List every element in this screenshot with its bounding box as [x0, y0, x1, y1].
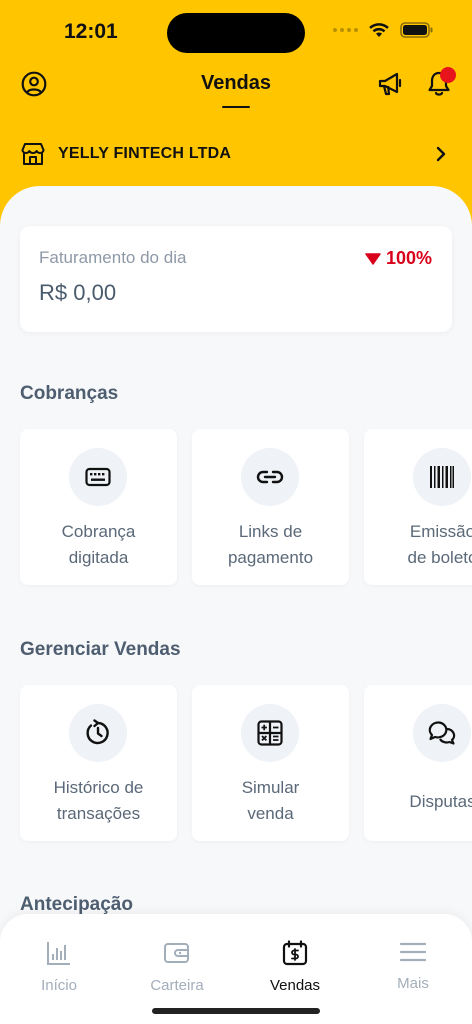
nav-item-mais[interactable]: Mais	[368, 940, 458, 992]
card-label: Emissão de boleto	[407, 522, 472, 567]
section-title-cobrancas: Cobranças	[20, 383, 119, 404]
wifi-icon	[369, 23, 389, 37]
card-simular-venda[interactable]: Simular venda	[192, 685, 349, 841]
top-header: Vendas	[0, 60, 472, 120]
card-cobranca-digitada[interactable]: Cobrança digitada	[20, 429, 177, 585]
status-bar: 12:01	[0, 0, 472, 60]
revenue-card[interactable]: Faturamento do dia R$ 0,00 100%	[20, 226, 452, 332]
revenue-label: Faturamento do dia	[39, 248, 187, 267]
card-label: Links de pagamento	[227, 522, 314, 567]
revenue-change-value: 100%	[385, 248, 432, 268]
chevron-right-icon	[436, 146, 446, 162]
calendar-dollar-icon	[282, 940, 308, 966]
card-label: Simular venda	[241, 778, 300, 823]
section-title-antecipacao: Antecipação	[20, 894, 133, 915]
card-label: Cobrança digitada	[61, 522, 136, 567]
bar-chart-icon	[47, 942, 70, 965]
signal-icon	[333, 28, 358, 32]
megaphone-icon	[378, 72, 402, 96]
company-name: YELLY FINTECH LTDA	[58, 145, 232, 162]
nav-label: Início	[41, 977, 77, 994]
nav-item-vendas[interactable]: Vendas	[250, 940, 340, 994]
notification-badge	[440, 67, 456, 83]
dynamic-island	[167, 13, 305, 53]
revenue-value: R$ 0,00	[39, 280, 117, 305]
nav-item-inicio[interactable]: Início	[14, 940, 104, 994]
announcements-button[interactable]	[376, 70, 404, 98]
home-indicator	[152, 1008, 320, 1014]
barcode-icon	[430, 466, 454, 488]
calculator-icon	[257, 720, 283, 746]
card-links-pagamento[interactable]: Links de pagamento	[192, 429, 349, 585]
wallet-icon	[164, 943, 189, 963]
keyboard-icon	[85, 467, 111, 487]
status-icons	[333, 22, 434, 38]
card-emissao-boleto[interactable]: Emissão de boleto	[364, 429, 472, 585]
link-icon	[256, 470, 284, 484]
company-selector[interactable]: YELLY FINTECH LTDA	[20, 136, 450, 172]
history-icon	[86, 719, 109, 745]
battery-icon	[400, 22, 433, 38]
nav-label: Vendas	[269, 977, 321, 994]
revenue-change: 100%	[365, 248, 432, 269]
notifications-button[interactable]	[424, 67, 456, 98]
caret-down-icon	[365, 252, 381, 265]
chat-icon	[428, 721, 456, 745]
store-icon	[21, 143, 45, 165]
nav-label: Mais	[397, 975, 429, 992]
status-time: 12:01	[64, 20, 118, 43]
title-underline	[222, 106, 250, 108]
card-label: Histórico de transações	[53, 778, 144, 823]
nav-label: Carteira	[150, 977, 204, 994]
card-disputas[interactable]: Disputas	[364, 685, 472, 841]
menu-icon	[399, 942, 427, 962]
card-historico-transacoes[interactable]: Histórico de transações	[20, 685, 177, 841]
nav-item-carteira[interactable]: Carteira	[132, 940, 222, 994]
section-title-gerenciar: Gerenciar Vendas	[20, 639, 181, 660]
main-content[interactable]: Faturamento do dia R$ 0,00 100% Cobrança…	[0, 186, 472, 1024]
card-label: Disputas	[409, 792, 472, 811]
